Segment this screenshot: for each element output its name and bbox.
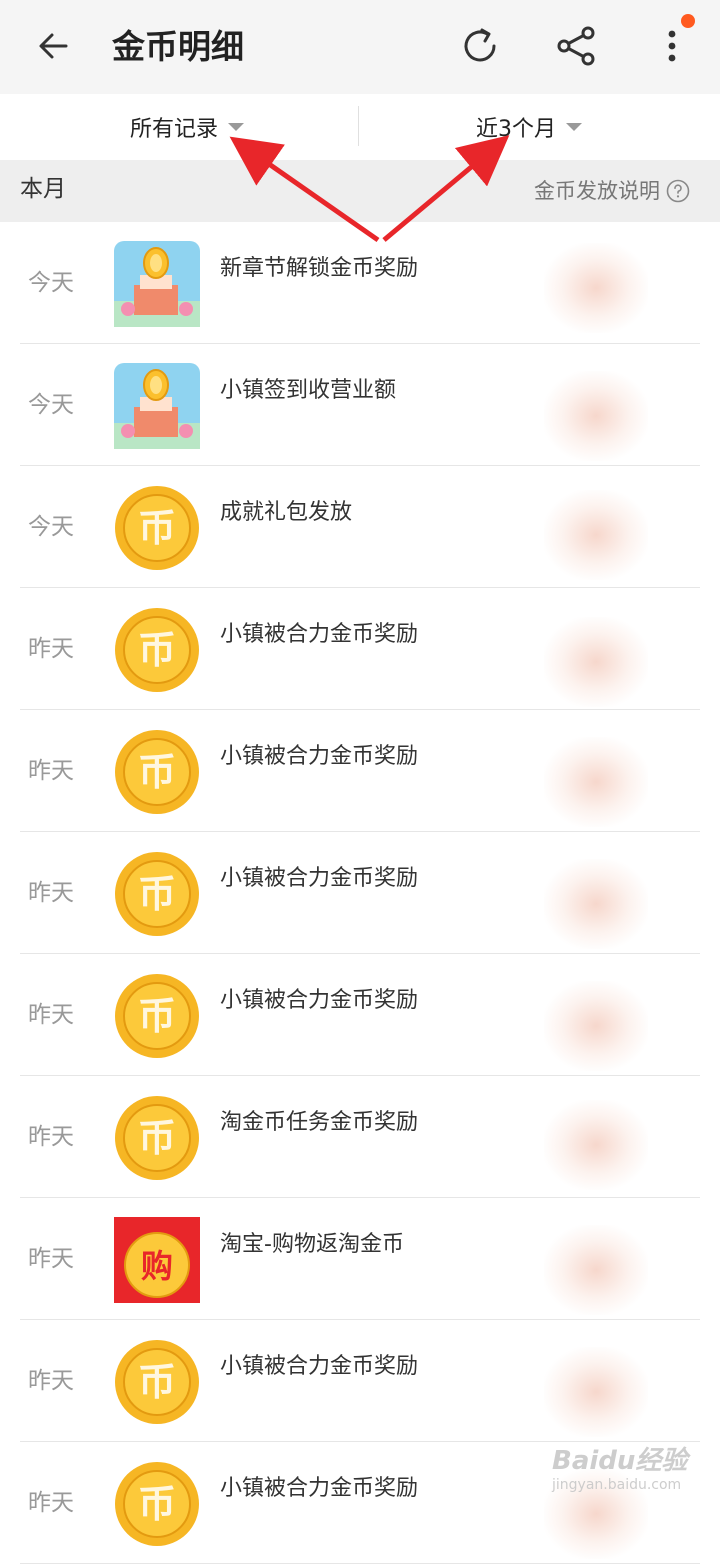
record-name: 淘金币任务金币奖励 [220,1110,419,1135]
dropdown-caret-icon [566,123,582,131]
record-name: 小镇被合力金币奖励 [220,744,419,769]
record-day: 昨天 [28,880,74,906]
app-header: 金币明细 [0,0,720,94]
list-item[interactable]: 昨天 币 小镇被合力金币奖励 [0,832,720,954]
coin-explanation-link[interactable]: 金币发放说明 [534,160,690,222]
redacted-amount [544,859,648,949]
redacted-amount [544,617,648,707]
record-day: 昨天 [28,1124,74,1150]
list-item[interactable]: 昨天 币 小镇被合力金币奖励 [0,1320,720,1442]
list-item[interactable]: 昨天 币 小镇被合力金币奖励 [0,588,720,710]
svg-text:币: 币 [138,506,176,550]
record-name: 小镇签到收营业额 [220,378,397,403]
record-day: 今天 [28,270,74,296]
refresh-icon[interactable] [458,24,502,68]
record-type-dropdown[interactable]: 所有记录 [130,94,245,160]
notification-dot [681,14,695,28]
coin-icon: 币 [114,607,200,693]
redacted-amount [544,371,648,461]
watermark: Baidu经验 jingyan.baidu.com [552,1440,687,1493]
redacted-amount [544,1225,648,1315]
coin-icon: 币 [114,485,200,571]
filter-divider [358,106,359,146]
redacted-amount [544,243,648,333]
coin-icon: 币 [114,1461,200,1547]
list-item[interactable]: 今天 小镇签到收营业额 [0,344,720,466]
record-name: 小镇被合力金币奖励 [220,866,419,891]
coin-icon: 币 [114,729,200,815]
back-arrow-icon[interactable] [34,26,74,66]
record-name: 成就礼包发放 [220,500,353,525]
buy-icon: 购 [114,1217,200,1303]
record-day: 昨天 [28,1490,74,1516]
record-name: 小镇被合力金币奖励 [220,622,419,647]
list-item[interactable]: 昨天 购 淘宝-购物返淘金币 [0,1198,720,1320]
watermark-brand: Baidu经验 [552,1446,688,1476]
time-range-label: 近3个月 [476,117,556,142]
more-menu-icon[interactable] [650,24,694,68]
record-name: 小镇被合力金币奖励 [220,988,419,1013]
record-day: 昨天 [28,1368,74,1394]
month-section-header: 本月 金币发放说明 [0,160,720,222]
record-name: 新章节解锁金币奖励 [220,256,419,281]
record-day: 今天 [28,392,74,418]
redacted-amount [544,1347,648,1437]
dropdown-caret-icon [228,123,245,131]
redacted-amount [544,1100,648,1190]
coin-icon: 币 [114,1339,200,1425]
coin-icon: 币 [114,973,200,1059]
share-icon[interactable] [554,24,598,68]
town-icon [114,363,200,449]
list-item[interactable]: 昨天 币 小镇被合力金币奖励 [0,710,720,832]
record-day: 昨天 [28,636,74,662]
time-range-dropdown[interactable]: 近3个月 [476,94,582,160]
list-item[interactable]: 今天 币 成就礼包发放 [0,466,720,588]
record-day: 今天 [28,514,74,540]
filter-bar: 所有记录 近3个月 [0,94,720,161]
coin-icon: 币 [114,1095,200,1181]
help-icon [666,179,690,203]
list-item[interactable]: 今天 新章节解锁金币奖励 [0,222,720,344]
redacted-amount [544,981,648,1071]
record-name: 小镇被合力金币奖励 [220,1476,419,1501]
svg-text:币: 币 [138,750,176,794]
svg-text:币: 币 [138,628,176,672]
record-day: 昨天 [28,1002,74,1028]
svg-text:购: 购 [141,1247,173,1285]
list-item[interactable]: 昨天 币 小镇被合力金币奖励 [0,954,720,1076]
svg-text:币: 币 [138,872,176,916]
svg-text:币: 币 [138,1116,176,1160]
svg-text:币: 币 [138,994,176,1038]
svg-text:币: 币 [138,1360,176,1404]
record-name: 淘宝-购物返淘金币 [220,1232,404,1257]
record-name: 小镇被合力金币奖励 [220,1354,419,1379]
month-label: 本月 [20,176,66,202]
town-icon [114,241,200,327]
coin-explanation-label: 金币发放说明 [534,179,660,203]
coin-icon: 币 [114,851,200,937]
record-type-label: 所有记录 [130,117,219,142]
redacted-amount [544,490,648,580]
record-day: 昨天 [28,1246,74,1272]
watermark-url: jingyan.baidu.com [552,1477,682,1493]
svg-text:币: 币 [138,1482,176,1526]
list-item[interactable]: 昨天 币 淘金币任务金币奖励 [0,1076,720,1198]
record-day: 昨天 [28,758,74,784]
redacted-amount [544,737,648,827]
page-title: 金币明细 [112,27,244,66]
